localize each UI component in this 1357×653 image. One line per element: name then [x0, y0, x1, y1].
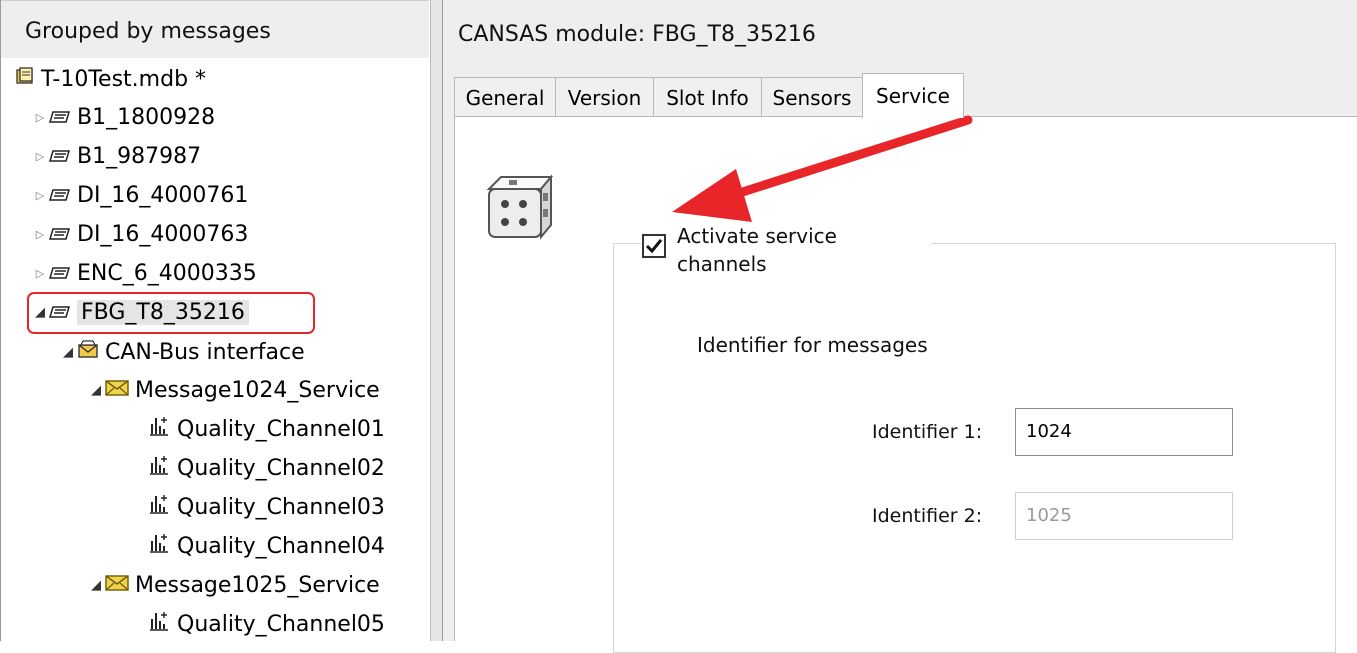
- expand-icon[interactable]: ▷: [31, 189, 49, 202]
- channel-chart-icon: [147, 609, 171, 639]
- tree-item-module[interactable]: ▷ B1_987987: [31, 138, 201, 174]
- expand-icon[interactable]: ▷: [31, 111, 49, 124]
- activate-service-channels-label[interactable]: Activate service channels: [677, 222, 877, 278]
- module-icon: [48, 261, 71, 286]
- collapse-icon[interactable]: ◢: [87, 578, 105, 593]
- tree-item-label: B1_987987: [77, 143, 202, 169]
- tree-item-label: CAN-Bus interface: [105, 339, 305, 365]
- tree-header-label: Grouped by messages: [25, 19, 271, 44]
- tab-service[interactable]: Service: [862, 73, 964, 118]
- bus-interface-icon: [77, 339, 99, 365]
- selection-highlight-box: [27, 292, 315, 334]
- tree-item-channel[interactable]: Quality_Channel03: [147, 489, 385, 525]
- message-envelope-icon: [105, 378, 129, 403]
- identifier1-input[interactable]: 1024: [1015, 408, 1233, 456]
- activate-service-channels-checkbox[interactable]: [642, 234, 666, 258]
- collapse-icon[interactable]: ◢: [87, 383, 105, 398]
- checkmark-icon: [645, 239, 663, 254]
- tab-slot-info[interactable]: Slot Info: [653, 77, 762, 117]
- tree-header: Grouped by messages: [1, 0, 429, 58]
- module-icon: [48, 105, 71, 130]
- tree-item-label: Quality_Channel04: [177, 533, 385, 559]
- tree-item-module[interactable]: ▷ DI_16_4000761: [31, 177, 249, 213]
- identifier-heading: Identifier for messages: [697, 333, 928, 357]
- tree-item-channel[interactable]: Quality_Channel02: [147, 450, 385, 486]
- channel-chart-icon: [147, 492, 171, 522]
- channel-chart-icon: [147, 453, 171, 483]
- database-icon: [15, 66, 35, 92]
- tab-version[interactable]: Version: [555, 77, 654, 117]
- channel-chart-icon: [147, 414, 171, 444]
- module-title: CANSAS module: FBG_T8_35216: [458, 22, 816, 47]
- tree-root-label: T-10Test.mdb *: [41, 66, 207, 92]
- panel-splitter[interactable]: [430, 0, 443, 641]
- tree-item-label: Quality_Channel02: [177, 455, 385, 481]
- module-icon: [48, 183, 71, 208]
- expand-icon[interactable]: ▷: [31, 150, 49, 163]
- module-icon: [48, 222, 71, 247]
- tree-item-interface[interactable]: ◢ CAN-Bus interface: [59, 334, 305, 370]
- identifier2-label: Identifier 2:: [872, 505, 983, 527]
- channel-chart-icon: [147, 531, 171, 561]
- tree-item-message[interactable]: ◢ Message1024_Service: [87, 372, 380, 408]
- tree-item-label: Message1024_Service: [135, 377, 380, 403]
- tree-item-label: DI_16_4000763: [77, 221, 249, 247]
- tree-item-label: B1_1800928: [77, 104, 216, 130]
- tab-sensors[interactable]: Sensors: [761, 77, 863, 117]
- tab-general[interactable]: General: [454, 77, 556, 117]
- expand-icon[interactable]: ▷: [31, 267, 49, 280]
- tree-item-label: ENC_6_4000335: [77, 260, 257, 286]
- collapse-icon[interactable]: ◢: [59, 345, 77, 360]
- tree-item-module[interactable]: ▷ ENC_6_4000335: [31, 255, 257, 291]
- tree-item-label: Message1025_Service: [135, 572, 380, 598]
- service-module-icon: [485, 173, 559, 247]
- tree-item-label: Quality_Channel03: [177, 494, 385, 520]
- identifier1-label: Identifier 1:: [872, 421, 983, 443]
- message-envelope-icon: [105, 573, 129, 598]
- tree-panel: Grouped by messages T-10Test.mdb * ▷ B1_…: [0, 0, 430, 641]
- module-icon: [48, 144, 71, 169]
- tab-bar: General Version Slot Info Sensors Servic…: [454, 73, 1357, 118]
- tree-root[interactable]: T-10Test.mdb *: [15, 61, 206, 97]
- identifier2-input: 1025: [1015, 492, 1233, 540]
- tree-item-label: DI_16_4000761: [77, 182, 249, 208]
- tree-item-label: Quality_Channel01: [177, 416, 385, 442]
- tree-item-channel[interactable]: Quality_Channel05: [147, 606, 385, 642]
- tree-item-module[interactable]: ▷ DI_16_4000763: [31, 216, 249, 252]
- expand-icon[interactable]: ▷: [31, 228, 49, 241]
- module-properties-panel: CANSAS module: FBG_T8_35216 General Vers…: [443, 0, 1357, 653]
- tree-item-module[interactable]: ▷ B1_1800928: [31, 99, 215, 135]
- tree-item-message[interactable]: ◢ Message1025_Service: [87, 567, 380, 603]
- tree-item-channel[interactable]: Quality_Channel04: [147, 528, 385, 564]
- tree-item-channel[interactable]: Quality_Channel01: [147, 411, 385, 447]
- tree-item-label: Quality_Channel05: [177, 611, 385, 637]
